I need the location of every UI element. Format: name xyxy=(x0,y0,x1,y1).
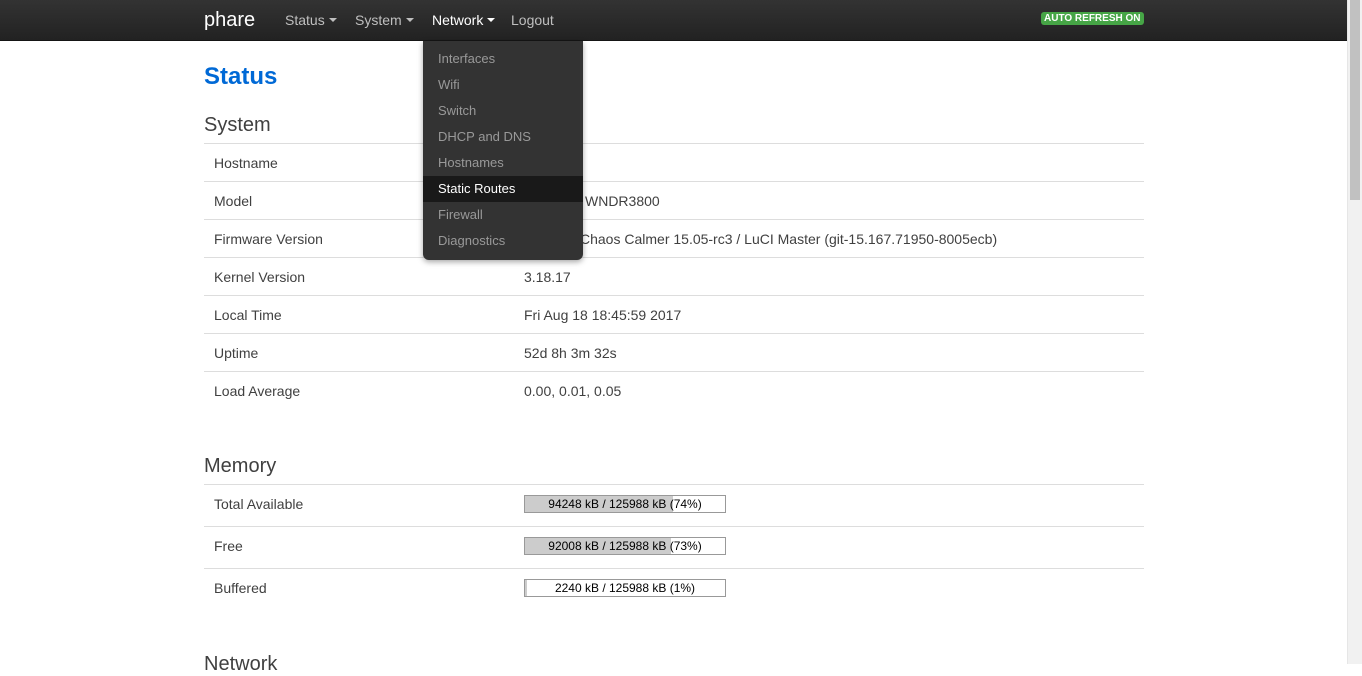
caret-down-icon xyxy=(487,18,496,23)
table-row: Hostname xyxy=(204,143,1144,181)
nav-network-menu[interactable]: Network xyxy=(432,12,496,29)
table-row: Free 92008 kB / 125988 kB (73%) xyxy=(204,526,1144,568)
row-label: Buffered xyxy=(214,580,267,596)
memory-info-table: Total Available 94248 kB / 125988 kB (74… xyxy=(204,484,1144,610)
menu-item-static-routes[interactable]: Static Routes xyxy=(423,176,583,202)
row-value: Chaos Calmer 15.05-rc3 / LuCI Master (gi… xyxy=(580,231,998,247)
table-row: Local Time Fri Aug 18 18:45:59 2017 xyxy=(204,295,1144,333)
menu-item-switch[interactable]: Switch xyxy=(423,98,583,124)
menu-item-diagnostics[interactable]: Diagnostics xyxy=(423,228,583,254)
menu-item-wifi[interactable]: Wifi xyxy=(423,72,583,98)
table-row: Buffered 2240 kB / 125988 kB (1%) xyxy=(204,568,1144,610)
caret-down-icon xyxy=(328,18,337,23)
page-scrollbar[interactable] xyxy=(1347,0,1362,664)
nav-logout-label: Logout xyxy=(511,12,554,28)
brand-link[interactable]: phare xyxy=(204,8,255,32)
row-label: Load Average xyxy=(214,383,301,399)
menu-item-firewall[interactable]: Firewall xyxy=(423,202,583,228)
nav-system-menu[interactable]: System xyxy=(355,12,414,29)
row-value: 3.18.17 xyxy=(524,269,571,285)
memory-progress-bar: 2240 kB / 125988 kB (1%) xyxy=(524,579,726,597)
row-value: 0.00, 0.01, 0.05 xyxy=(524,383,622,399)
progress-text: 94248 kB / 125988 kB (74%) xyxy=(548,497,702,511)
network-dropdown-menu: Interfaces Wifi Switch DHCP and DNS Host… xyxy=(423,41,583,260)
memory-progress-bar: 94248 kB / 125988 kB (74%) xyxy=(524,495,726,513)
memory-section-heading: Memory xyxy=(204,455,277,477)
menu-item-dhcp-dns[interactable]: DHCP and DNS xyxy=(423,124,583,150)
row-label: Firmware Version xyxy=(214,231,323,247)
auto-refresh-badge[interactable]: AUTO REFRESH ON xyxy=(1041,12,1144,25)
nav-status-label: Status xyxy=(285,12,325,28)
nav-network-label: Network xyxy=(432,12,484,28)
row-value: R WNDR3800 xyxy=(571,193,660,209)
table-row: Uptime 52d 8h 3m 32s xyxy=(204,333,1144,371)
row-label: Uptime xyxy=(214,345,259,361)
row-label: Total Available xyxy=(214,496,304,512)
row-label: Local Time xyxy=(214,307,282,323)
memory-progress-bar: 92008 kB / 125988 kB (73%) xyxy=(524,537,726,555)
table-row: Load Average 0.00, 0.01, 0.05 xyxy=(204,371,1144,409)
nav-logout-link[interactable]: Logout xyxy=(511,12,554,29)
row-label: Kernel Version xyxy=(214,269,306,285)
network-section-heading: Network xyxy=(204,653,278,675)
caret-down-icon xyxy=(405,18,414,23)
nav-system-label: System xyxy=(355,12,402,28)
system-info-table: Hostname Model R WNDR3800 Firmware Versi… xyxy=(204,143,1144,409)
row-label: Hostname xyxy=(214,155,278,171)
top-navbar: phare Status System Network Logout AUTO … xyxy=(0,0,1347,41)
table-row: Kernel Version 3.18.17 xyxy=(204,257,1144,295)
progress-text: 2240 kB / 125988 kB (1%) xyxy=(554,581,696,595)
row-label: Model xyxy=(214,193,253,209)
progress-text: 92008 kB / 125988 kB (73%) xyxy=(548,539,702,553)
row-value: 52d 8h 3m 32s xyxy=(524,345,617,361)
table-row: Firmware Version Chaos Calmer 15.05-rc3 … xyxy=(204,219,1144,257)
table-row: Total Available 94248 kB / 125988 kB (74… xyxy=(204,484,1144,526)
menu-item-interfaces[interactable]: Interfaces xyxy=(423,46,583,72)
row-label: Free xyxy=(214,538,243,554)
menu-item-hostnames[interactable]: Hostnames xyxy=(423,150,583,176)
nav-status-menu[interactable]: Status xyxy=(285,12,337,29)
page-title: Status xyxy=(204,63,278,90)
scrollbar-thumb[interactable] xyxy=(1350,0,1360,200)
table-row: Model R WNDR3800 xyxy=(204,181,1144,219)
row-value: Fri Aug 18 18:45:59 2017 xyxy=(524,307,682,323)
system-section-heading: System xyxy=(204,114,271,136)
